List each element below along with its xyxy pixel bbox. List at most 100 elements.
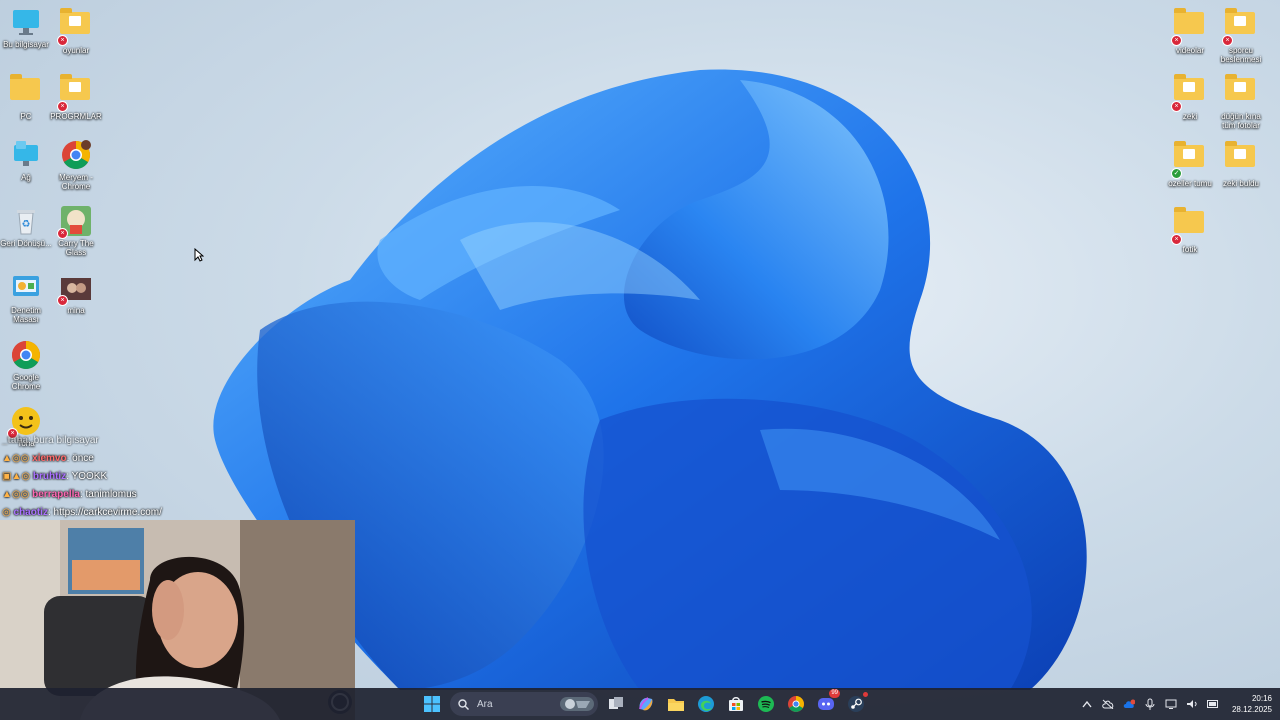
desktop-icon-sporcu-beslenmesi[interactable]: × sporcu beslenmesi bbox=[1215, 6, 1267, 64]
desktop-icon-label: sporcu beslenmesi bbox=[1220, 46, 1262, 64]
chat-message: _taha: bura bilgisayar bbox=[2, 432, 202, 450]
taskbar-clock[interactable]: 20:16 28.12.2025 bbox=[1232, 693, 1272, 715]
chat-badge-icon: ▲◎◎ bbox=[2, 453, 30, 464]
desktop-icon-label: düğün kına tüm fotolar bbox=[1221, 112, 1261, 130]
desktop-icon-label: Google Chrome bbox=[11, 373, 41, 391]
recycle-bin-icon: ♻ bbox=[10, 205, 42, 237]
network-icon bbox=[10, 139, 42, 171]
cloud-off-icon[interactable] bbox=[1102, 698, 1114, 710]
folder-icon: × bbox=[57, 74, 92, 112]
chat-text: : https://carkcevirme.com/ bbox=[47, 507, 162, 518]
file-explorer-icon[interactable] bbox=[664, 692, 688, 716]
control-panel-icon bbox=[10, 272, 42, 304]
search-icon bbox=[458, 698, 469, 710]
chat-username: bruhtiz bbox=[32, 471, 67, 482]
desktop-icon-ozeller-tumu[interactable]: ✓ ozeller tumu bbox=[1164, 139, 1216, 188]
sync-error-badge: × bbox=[1171, 234, 1182, 245]
chrome-icon[interactable] bbox=[784, 692, 808, 716]
network-display-icon[interactable] bbox=[1165, 698, 1177, 710]
desktop-icon-mina[interactable]: × mina bbox=[50, 272, 102, 315]
taskbar-search-box[interactable]: Ara bbox=[450, 692, 598, 716]
copilot-icon[interactable] bbox=[634, 692, 658, 716]
chat-message: ▣▲◎ bruhtiz: YOOKK bbox=[2, 468, 202, 486]
chrome-icon bbox=[60, 139, 92, 171]
desktop-icon-label: ozeller tumu bbox=[1168, 179, 1212, 188]
folder-icon: ✓ bbox=[1171, 141, 1206, 179]
desktop-icon-label: Geri Dönüşü... bbox=[0, 239, 52, 248]
desktop-icon-control-panel[interactable]: Denetim Masası bbox=[0, 272, 52, 324]
desktop-icon-pc-folder[interactable]: PC bbox=[0, 72, 52, 121]
desktop-icon-label: Meryem - Chrome bbox=[59, 173, 93, 191]
sync-error-badge: × bbox=[57, 295, 68, 306]
chat-badge-icon: ◎ bbox=[2, 507, 11, 518]
desktop-icon-carry-the-glass[interactable]: × Carry The Glass bbox=[50, 205, 102, 257]
system-tray: 20:16 28.12.2025 bbox=[1081, 688, 1272, 720]
volume-icon[interactable] bbox=[1186, 698, 1198, 710]
chat-username: xiemvo bbox=[32, 453, 67, 464]
edge-icon[interactable] bbox=[694, 692, 718, 716]
desktop-icon-meryem-chrome[interactable]: Meryem - Chrome bbox=[50, 139, 102, 191]
desktop-icon-recycle-bin[interactable]: ♻ Geri Dönüşü... bbox=[0, 205, 52, 248]
chat-message: ▲◎◎ xiemvo: önce bbox=[2, 450, 202, 468]
desktop-icon-label: oyunlar bbox=[62, 46, 90, 55]
sync-error-badge: × bbox=[1171, 101, 1182, 112]
desktop-icon-label: Bu bilgisayar bbox=[3, 40, 49, 49]
clock-date: 28.12.2025 bbox=[1231, 705, 1272, 714]
search-placeholder: Ara bbox=[477, 698, 493, 710]
windows-start-icon[interactable] bbox=[420, 692, 444, 716]
task-view-icon[interactable] bbox=[604, 692, 628, 716]
chat-badge-icon: ▲◎◎ bbox=[2, 489, 30, 500]
folder-icon: × bbox=[57, 8, 92, 46]
spotify-icon[interactable] bbox=[754, 692, 778, 716]
folder-icon: × bbox=[1171, 207, 1206, 245]
battery-icon[interactable] bbox=[1206, 698, 1219, 710]
store-icon[interactable] bbox=[724, 692, 748, 716]
desktop-icon-label: PC bbox=[20, 112, 32, 121]
mouse-cursor-icon bbox=[194, 248, 204, 262]
chevron-up-icon[interactable] bbox=[1081, 698, 1093, 710]
chat-message: ▲◎◎ berrapella: tanimlomus bbox=[2, 486, 202, 504]
desktop-icon-label: mina bbox=[67, 306, 85, 315]
folder-icon: × bbox=[1171, 74, 1206, 112]
discord-notification-badge: 99 bbox=[829, 689, 840, 698]
desktop-icon-label: videolar bbox=[1175, 46, 1204, 55]
steam-icon[interactable] bbox=[844, 692, 868, 716]
chat-text: : YOOKK bbox=[66, 471, 108, 482]
stream-chat-overlay: _taha: bura bilgisayar ▲◎◎ xiemvo: önce … bbox=[2, 432, 202, 522]
folder-icon bbox=[1225, 141, 1257, 177]
chat-text: : önce bbox=[66, 453, 94, 464]
desktop-icon-fotik[interactable]: × fotik bbox=[1164, 205, 1216, 254]
desktop-icon-programlar[interactable]: × PROGRMLAR bbox=[50, 72, 102, 121]
steam-alert-dot bbox=[863, 692, 868, 697]
desktop-icon-oyunlar[interactable]: × oyunlar bbox=[50, 6, 102, 55]
desktop-icon-label: zeki buldu bbox=[1222, 179, 1260, 188]
desktop-icon-dugun-kina[interactable]: düğün kına tüm fotolar bbox=[1215, 72, 1267, 130]
sync-error-badge: × bbox=[1171, 35, 1182, 46]
chat-text: : tanimlomus bbox=[79, 489, 137, 500]
desktop-icon-label: Carry The Glass bbox=[58, 239, 94, 257]
clock-time: 20:16 bbox=[1251, 694, 1272, 703]
desktop-icon-zeki-buldu[interactable]: zeki buldu bbox=[1215, 139, 1267, 188]
microphone-icon[interactable] bbox=[1144, 698, 1156, 710]
folder-icon: × bbox=[1222, 8, 1257, 46]
desktop-icon-network[interactable]: Ağ bbox=[0, 139, 52, 182]
folder-icon: × bbox=[1171, 8, 1206, 46]
desktop-icon-this-pc[interactable]: Bu bilgisayar bbox=[0, 6, 52, 49]
monitor-icon bbox=[10, 6, 42, 38]
desktop-icon-google-chrome[interactable]: Google Chrome bbox=[0, 339, 52, 391]
discord-icon[interactable]: 99 bbox=[814, 689, 840, 716]
folder-icon bbox=[10, 74, 42, 110]
taskbar: Ara 99 20:16 28.12.2025 bbox=[0, 688, 1280, 720]
game-icon: × bbox=[57, 205, 92, 239]
taskbar-center: Ara 99 bbox=[420, 688, 868, 720]
onedrive-icon[interactable] bbox=[1123, 698, 1135, 710]
sync-error-badge: × bbox=[57, 228, 68, 239]
desktop-icon-videolar[interactable]: × videolar bbox=[1164, 6, 1216, 55]
search-highlight-icon bbox=[560, 697, 594, 711]
desktop-icon-label: Denetim Masası bbox=[11, 306, 41, 324]
folder-icon bbox=[1225, 74, 1257, 110]
chat-username: _taha bbox=[2, 435, 29, 446]
chrome-icon bbox=[10, 339, 42, 371]
desktop-icon-label: zeki bbox=[1182, 112, 1198, 121]
desktop-icon-zeki[interactable]: × zeki bbox=[1164, 72, 1216, 121]
